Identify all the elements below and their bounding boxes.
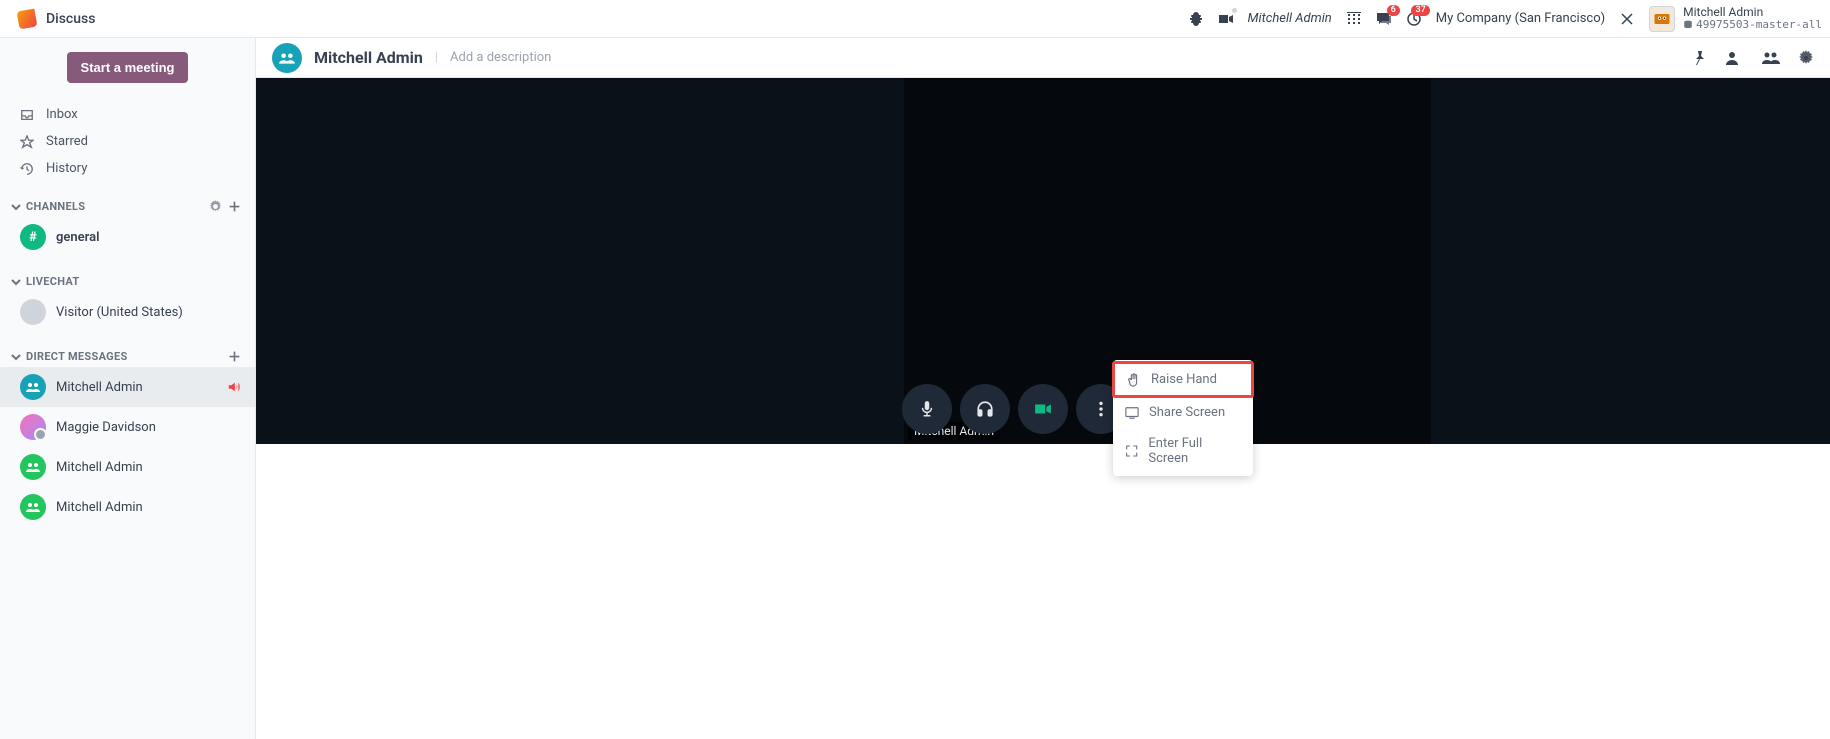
sidebar-channel-general[interactable]: # general <box>0 217 255 257</box>
chevron-down-icon <box>10 276 22 288</box>
sidebar-history[interactable]: History <box>0 155 255 182</box>
star-icon <box>20 135 36 149</box>
activities-icon[interactable]: 37 <box>1406 11 1422 27</box>
user-menu[interactable]: Mitchell Admin 49975503-master-all <box>1649 6 1822 32</box>
user-info: Mitchell Admin 49975503-master-all <box>1683 6 1822 31</box>
user-avatar-icon <box>20 414 46 440</box>
sidebar: Start a meeting Inbox Starred History CH… <box>0 38 256 739</box>
database-label: 49975503-master-all <box>1683 19 1822 31</box>
group-avatar-icon <box>20 454 46 480</box>
sidebar-section-channels: CHANNELS <box>0 192 255 217</box>
speaker-icon <box>227 380 241 394</box>
database-icon <box>1683 20 1693 30</box>
avatar <box>1649 6 1675 32</box>
sidebar-dm-item[interactable]: Mitchell Admin <box>0 487 255 527</box>
call-area: Mitchell Admin Raise Hand Share Screen E… <box>256 78 1830 444</box>
topbar-left: Discuss <box>18 10 95 28</box>
chevron-down-icon <box>10 201 22 213</box>
tray-icon[interactable] <box>1619 11 1635 27</box>
mute-button[interactable] <box>902 384 952 434</box>
camera-toggle-button[interactable] <box>1018 384 1068 434</box>
chevron-down-icon <box>10 351 22 363</box>
sidebar-livechat-visitor[interactable]: Visitor (United States) <box>0 292 255 332</box>
activities-badge: 37 <box>1411 5 1429 16</box>
headphones-icon <box>976 400 994 418</box>
add-dm-button[interactable] <box>228 350 241 363</box>
group-avatar-icon <box>20 374 46 400</box>
start-meeting-button[interactable]: Start a meeting <box>67 52 189 83</box>
pin-icon[interactable] <box>1692 50 1708 66</box>
add-user-icon[interactable] <box>1726 50 1744 66</box>
sidebar-section-dm: DIRECT MESSAGES <box>0 342 255 367</box>
camera-icon[interactable] <box>1218 11 1234 27</box>
dialpad-icon[interactable] <box>1346 11 1362 27</box>
topbar-right: Mitchell Admin 6 37 My Company (San Fran… <box>1188 6 1822 32</box>
inbox-icon <box>20 108 36 122</box>
channels-toggle[interactable]: CHANNELS <box>10 200 85 213</box>
livechat-toggle[interactable]: LIVECHAT <box>10 275 80 288</box>
app-title[interactable]: Discuss <box>46 11 95 27</box>
company-selector[interactable]: My Company (San Francisco) <box>1436 11 1605 26</box>
add-description-input[interactable]: Add a description <box>450 50 551 65</box>
fullscreen-button[interactable]: Enter Full Screen <box>1113 428 1253 474</box>
topbar: Discuss Mitchell Admin 6 37 My Company <box>0 0 1830 38</box>
sidebar-dm-item[interactable]: Mitchell Admin <box>0 447 255 487</box>
raise-hand-button[interactable]: Raise Hand <box>1112 361 1254 398</box>
sidebar-dm-item[interactable]: Maggie Davidson <box>0 407 255 447</box>
members-icon[interactable] <box>1762 50 1780 66</box>
dm-toggle[interactable]: DIRECT MESSAGES <box>10 350 128 363</box>
share-screen-button[interactable]: Share Screen <box>1113 397 1253 428</box>
history-icon <box>20 162 36 176</box>
sidebar-dm-item[interactable]: Mitchell Admin <box>0 367 255 407</box>
app-logo-icon[interactable] <box>17 8 38 29</box>
presence-indicator-icon <box>1231 7 1238 14</box>
dots-vertical-icon <box>1092 400 1110 418</box>
group-avatar-icon <box>20 494 46 520</box>
add-channel-button[interactable] <box>228 200 241 213</box>
microphone-icon <box>918 400 936 418</box>
bug-icon[interactable] <box>1188 11 1204 27</box>
channel-hash-icon: # <box>20 224 46 250</box>
visitor-avatar-icon <box>20 299 46 325</box>
gear-icon[interactable] <box>209 200 222 213</box>
thread-title: Mitchell Admin <box>314 48 423 67</box>
topbar-username[interactable]: Mitchell Admin <box>1248 11 1332 26</box>
camera-icon <box>1034 400 1052 418</box>
thread-avatar-icon <box>272 43 302 73</box>
call-options-menu: Raise Hand Share Screen Enter Full Scree… <box>1113 360 1253 476</box>
gear-icon[interactable] <box>1798 50 1814 66</box>
deafen-button[interactable] <box>960 384 1010 434</box>
main: Mitchell Admin | Add a description Mitch… <box>256 38 1830 739</box>
thread-header: Mitchell Admin | Add a description <box>256 38 1830 78</box>
sidebar-starred[interactable]: Starred <box>0 128 255 155</box>
screen-icon <box>1125 406 1139 420</box>
sidebar-inbox[interactable]: Inbox <box>0 101 255 128</box>
fullscreen-icon <box>1125 444 1138 458</box>
sidebar-section-livechat: LIVECHAT <box>0 267 255 292</box>
messages-badge: 6 <box>1387 5 1400 16</box>
hand-icon <box>1127 373 1141 387</box>
messages-icon[interactable]: 6 <box>1376 11 1392 27</box>
